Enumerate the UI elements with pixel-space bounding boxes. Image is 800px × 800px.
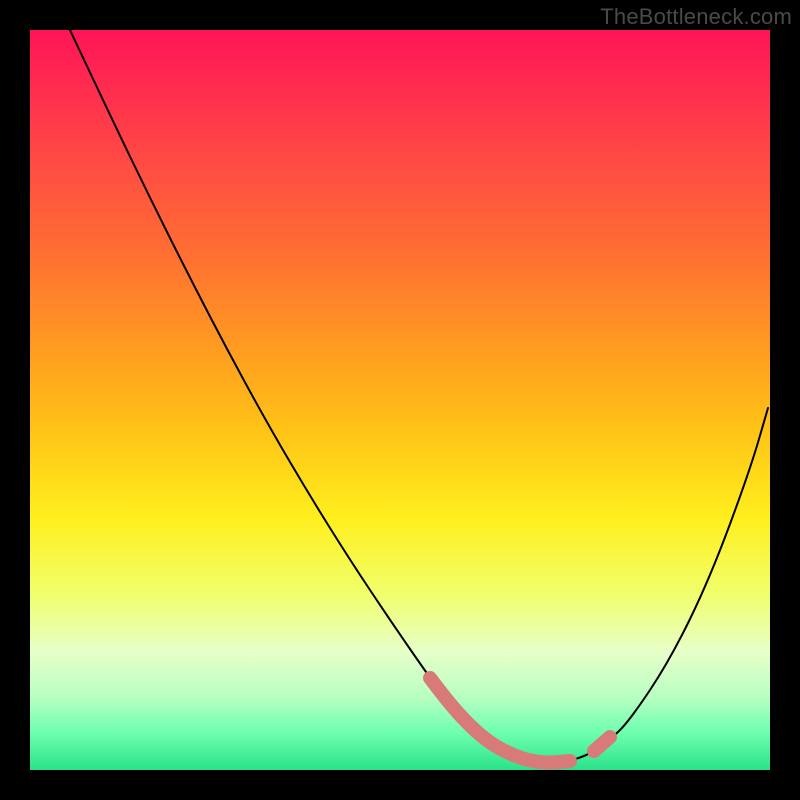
bottleneck-curve: [70, 30, 768, 763]
plot-area: [30, 30, 770, 770]
highlight-dash: [594, 737, 610, 751]
watermark-text: TheBottleneck.com: [600, 4, 792, 30]
chart-frame: TheBottleneck.com: [0, 0, 800, 800]
highlight-band: [430, 678, 570, 763]
curve-layer: [30, 30, 770, 770]
